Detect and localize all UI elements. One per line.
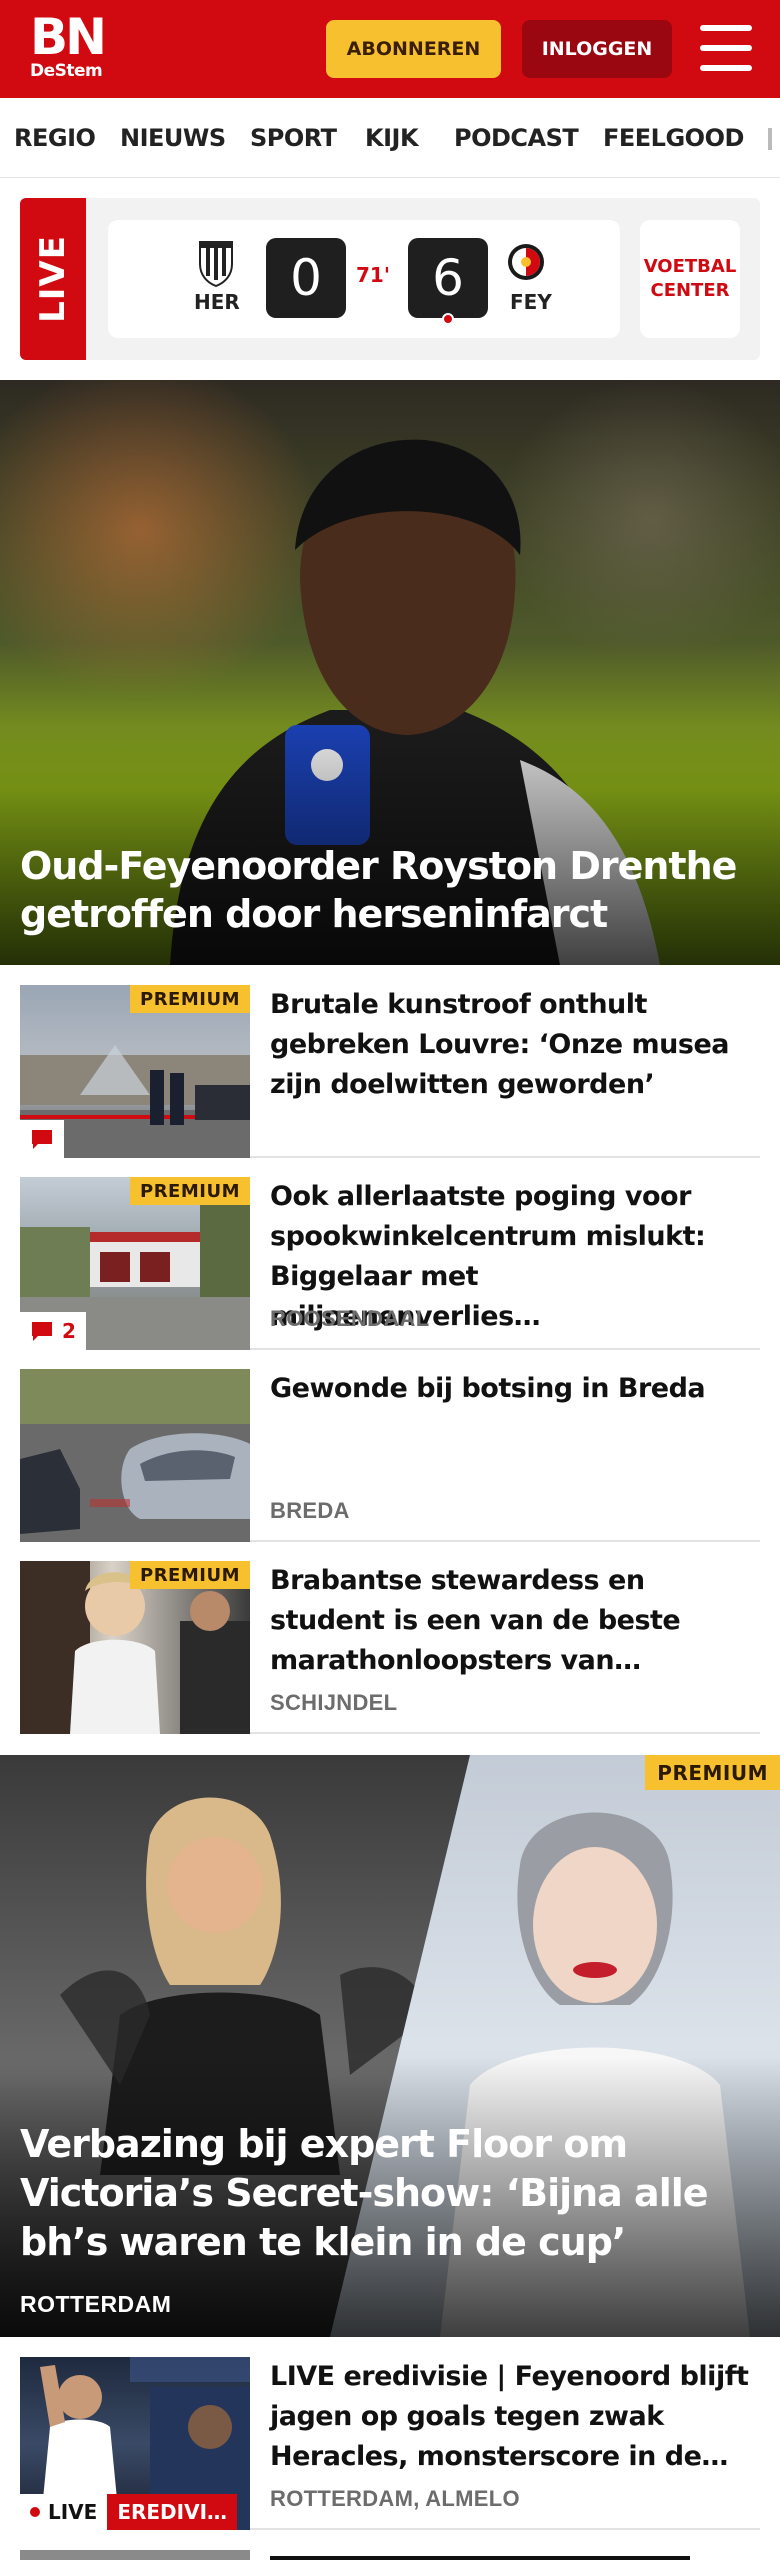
- home-team-code: HER: [194, 290, 240, 314]
- live-tag-label: LIVE: [33, 235, 73, 323]
- site-header: BN DeStem ABONNEREN INLOGGEN: [0, 0, 780, 98]
- article-location: BREDA: [270, 1498, 350, 1523]
- article-title[interactable]: Brutale kunstroof onthult gebreken Louvr…: [270, 985, 750, 1105]
- section-nav: REGIO NIEUWS SPORT KIJK PODCAST FEELGOOD: [0, 98, 780, 178]
- premium-badge: PREMIUM: [130, 985, 250, 1013]
- nav-item-sport[interactable]: SPORT: [250, 98, 337, 177]
- article-thumbnail: LIVE EREDIVI…: [20, 2357, 250, 2530]
- car-crash-image: [20, 1369, 250, 1542]
- feature-article[interactable]: PREMIUM Verbazing bij expert Floor om Vi…: [0, 1755, 780, 2337]
- live-dot-icon: [30, 2507, 40, 2517]
- premium-badge: PREMIUM: [645, 1755, 780, 1790]
- login-button[interactable]: INLOGGEN: [522, 20, 672, 78]
- feyenoord-logo-icon: [508, 244, 544, 280]
- logo-text: BN: [30, 8, 107, 66]
- nav-item-feelgood[interactable]: FEELGOOD: [603, 98, 744, 177]
- hamburger-menu-icon[interactable]: [700, 25, 752, 71]
- article-title[interactable]: Gewonde bij botsing in Breda: [270, 1369, 750, 1409]
- away-team-code: FEY: [510, 290, 552, 314]
- comment-icon: [32, 1130, 52, 1149]
- article-title[interactable]: LIVE eredivisie | Feyenoord blijft jagen…: [270, 2357, 750, 2477]
- nav-item-nieuws[interactable]: NIEUWS: [120, 98, 226, 177]
- subscribe-button[interactable]: ABONNEREN: [326, 20, 501, 78]
- live-pill: LIVE: [20, 2494, 108, 2530]
- feature-location: ROTTERDAM: [20, 2291, 172, 2317]
- voetbal-center-button[interactable]: VOETBAL CENTER: [640, 220, 740, 338]
- goal-indicator-dot: [442, 313, 454, 325]
- logo-subtext: DeStem: [30, 61, 103, 81]
- nav-item-regio[interactable]: REGIO: [14, 98, 96, 177]
- article-item[interactable]: LIVE EREDIVI… LIVE eredivisie | Feyenoor…: [20, 2357, 760, 2530]
- comment-badge[interactable]: [20, 1120, 64, 1158]
- live-tag: LIVE: [20, 198, 86, 360]
- article-thumbnail: PREMIUM: [20, 985, 250, 1158]
- comment-icon: [32, 1322, 52, 1341]
- premium-badge: PREMIUM: [130, 1561, 250, 1589]
- article-item[interactable]: Gewonde bij botsing in Breda BREDA: [20, 1369, 760, 1542]
- article-title[interactable]: Brabantse stewardess en student is een v…: [270, 1561, 750, 1681]
- article-location: ROTTERDAM, ALMELO: [270, 2486, 520, 2511]
- comment-count: 2: [62, 1319, 76, 1343]
- away-score: 6: [408, 238, 488, 318]
- article-item[interactable]: PREMIUM 2 Ook allerlaatste poging voor s…: [20, 1177, 760, 1350]
- article-location: ROOSENDAAL: [270, 1306, 430, 1331]
- hero-article[interactable]: Oud-Feyenoorder Royston Drenthe getroffe…: [0, 380, 780, 965]
- home-score: 0: [266, 238, 346, 318]
- heracles-logo-icon: [199, 241, 233, 288]
- hero-title[interactable]: Oud-Feyenoorder Royston Drenthe getroffe…: [20, 842, 740, 938]
- live-score-widget: LIVE HER 0 71' 6 FEY VOETBAL CENTER: [20, 198, 760, 360]
- premium-badge: PREMIUM: [130, 1177, 250, 1205]
- article-thumbnail: [20, 1369, 250, 1542]
- feature-title[interactable]: Verbazing bij expert Floor om Victoria’s…: [20, 2120, 760, 2267]
- article-thumbnail: PREMIUM: [20, 1561, 250, 1734]
- match-card[interactable]: HER 0 71' 6 FEY: [108, 220, 620, 338]
- article-item[interactable]: PREMIUM Brutale kunstroof onthult gebrek…: [20, 985, 760, 1158]
- next-article-title-peek: [270, 2548, 740, 2560]
- nav-item-podcast[interactable]: PODCAST: [454, 98, 579, 177]
- nav-overflow-indicator: [768, 128, 772, 150]
- next-article-thumbnail-peek: [20, 2550, 250, 2560]
- nav-item-kijk[interactable]: KIJK: [365, 98, 419, 177]
- bn-destem-logo[interactable]: BN DeStem: [30, 8, 107, 81]
- match-minute: 71': [356, 263, 390, 287]
- live-label: LIVE: [48, 2500, 98, 2524]
- article-thumbnail: PREMIUM 2: [20, 1177, 250, 1350]
- comment-badge[interactable]: 2: [20, 1312, 86, 1350]
- article-location: SCHIJNDEL: [270, 1690, 398, 1715]
- live-category-badge: LIVE EREDIVI…: [20, 2494, 238, 2530]
- article-item[interactable]: PREMIUM Brabantse stewardess en student …: [20, 1561, 760, 1734]
- category-label: EREDIVI…: [107, 2494, 238, 2530]
